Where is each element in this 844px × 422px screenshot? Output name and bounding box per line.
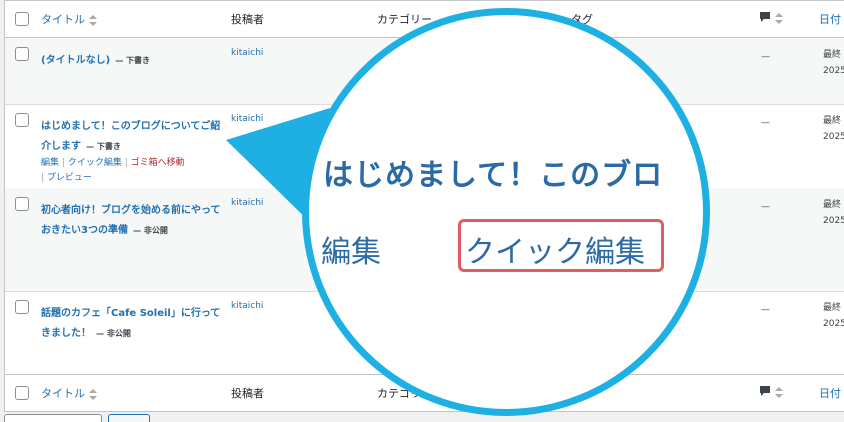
screenshot-stage: タイトル 投稿者 カテゴリー タグ 日付 (タイトルなし) — 下書き kita… <box>0 0 844 422</box>
magnifier-ring <box>302 8 710 416</box>
